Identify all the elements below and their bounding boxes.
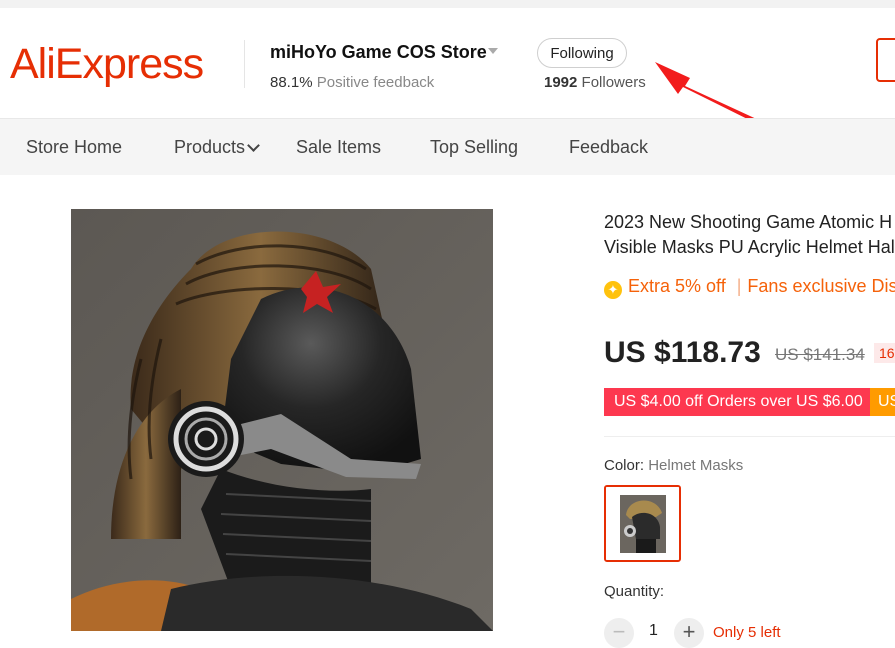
nav-sale-items[interactable]: Sale Items bbox=[296, 137, 381, 158]
sale-price: US $118.73 bbox=[604, 336, 761, 369]
extra-discount-label: Extra 5% off bbox=[628, 276, 726, 296]
extra-discount[interactable]: ✦ Extra 5% off | Fans exclusive Disc bbox=[604, 276, 895, 299]
nav-feedback[interactable]: Feedback bbox=[569, 137, 648, 158]
product-title-line1: 2023 New Shooting Game Atomic H bbox=[604, 212, 893, 232]
color-swatch-helmet-masks[interactable] bbox=[604, 485, 681, 562]
color-label: Color: Helmet Masks bbox=[604, 457, 743, 474]
fans-exclusive-label: Fans exclusive Disc bbox=[747, 276, 895, 296]
coupon-tag-2[interactable]: US bbox=[870, 388, 895, 416]
product-title: 2023 New Shooting Game Atomic H Visible … bbox=[604, 210, 895, 260]
helmet-image bbox=[71, 209, 493, 631]
quantity-increase-button[interactable]: + bbox=[674, 618, 704, 648]
nav-products-label: Products bbox=[174, 137, 246, 157]
nav-store-home[interactable]: Store Home bbox=[26, 137, 122, 158]
coin-icon: ✦ bbox=[604, 281, 622, 299]
coupon-tag[interactable]: US $4.00 off Orders over US $6.00 bbox=[604, 388, 873, 416]
section-divider bbox=[604, 436, 895, 437]
store-nav-bar: Store Home Products Sale Items Top Selli… bbox=[0, 118, 895, 175]
quantity-label: Quantity: bbox=[604, 583, 665, 600]
chevron-down-icon bbox=[247, 139, 260, 152]
quantity-decrease-button[interactable]: − bbox=[604, 618, 634, 648]
original-price: US $141.34 bbox=[775, 345, 865, 364]
nav-products[interactable]: Products bbox=[174, 137, 260, 158]
discount-badge: 16 bbox=[874, 343, 895, 363]
product-main-image[interactable] bbox=[71, 209, 493, 631]
swatch-thumbnail bbox=[606, 487, 679, 560]
quantity-value[interactable]: 1 bbox=[649, 622, 658, 640]
color-label-text: Color: bbox=[604, 457, 645, 474]
extra-separator: | bbox=[736, 276, 742, 296]
stock-left: Only 5 left bbox=[713, 624, 781, 641]
nav-top-selling[interactable]: Top Selling bbox=[430, 137, 518, 158]
color-value: Helmet Masks bbox=[648, 457, 744, 474]
product-title-line2: Visible Masks PU Acrylic Helmet Hall bbox=[604, 237, 895, 257]
